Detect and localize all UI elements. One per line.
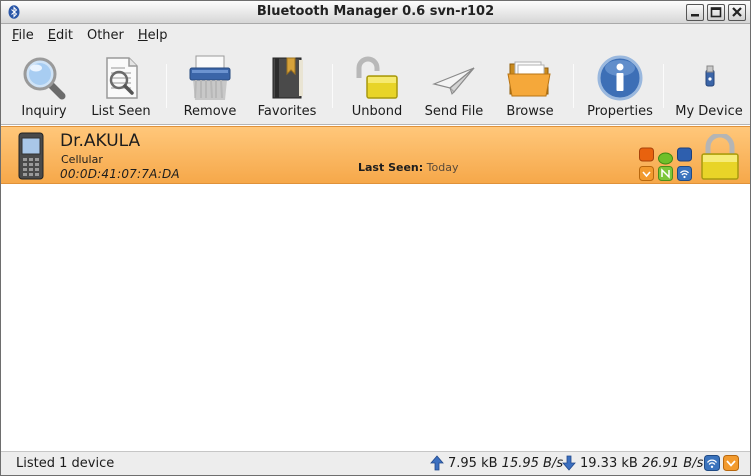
last-seen-label: Last Seen: [358, 161, 424, 174]
app-window: Bluetooth Manager 0.6 svn-r102 File Edit… [0, 0, 751, 476]
toolbar-separator [573, 64, 574, 108]
menu-edit-label: dit [56, 27, 73, 43]
last-seen-value: Today [426, 161, 459, 174]
download-stats: 19.33 kB 26.91 B/s [580, 456, 703, 471]
favorites-button[interactable]: Favorites [255, 46, 319, 124]
upload-total: 7.95 kB [448, 456, 498, 471]
title-bar[interactable]: Bluetooth Manager 0.6 svn-r102 [1, 1, 750, 24]
shredder-icon [189, 55, 231, 100]
upload-arrow-icon [430, 455, 444, 471]
download-arrow-icon [562, 455, 576, 471]
service-icons [639, 147, 693, 181]
toolbar-separator [332, 64, 333, 108]
bonded-padlock-icon[interactable] [699, 134, 741, 180]
maximize-icon [710, 7, 722, 18]
transfer-status-icon[interactable] [723, 455, 739, 471]
service-obex-icon [639, 166, 654, 181]
unbond-label: Unbond [351, 104, 403, 119]
usb-dongle-icon [705, 65, 715, 87]
status-bar: Listed 1 device 7.95 kB 15.95 B/s 19.33 … [1, 451, 750, 475]
upload-rate: 15.95 B/s [501, 456, 564, 471]
toolbar-separator [166, 64, 167, 108]
close-button[interactable] [728, 4, 746, 21]
my-device-button[interactable]: My Device [673, 46, 745, 124]
device-name: Dr.AKULA [60, 131, 141, 151]
properties-label: Properties [587, 104, 653, 119]
device-address: 00:0D:41:07:7A:DA [60, 167, 180, 181]
send-file-button[interactable]: Send File [422, 46, 486, 124]
magnifier-icon [23, 57, 66, 100]
service-audio-icon [639, 147, 654, 162]
wireless-status-icon[interactable] [704, 455, 720, 471]
menu-help-mnemonic: H [137, 27, 148, 43]
status-message: Listed 1 device [16, 456, 115, 471]
menu-help[interactable]: Help [131, 28, 175, 43]
remove-button[interactable]: Remove [181, 46, 239, 124]
service-network-icon [658, 152, 673, 165]
my-device-label: My Device [675, 104, 743, 119]
menu-other[interactable]: Other [80, 28, 131, 43]
document-search-icon [106, 57, 138, 99]
toolbar: Inquiry List Seen Remove Favorites Unbon… [1, 46, 750, 124]
last-seen: Last Seen: Today [358, 161, 458, 174]
send-file-label: Send File [424, 104, 484, 119]
menu-file[interactable]: File [5, 28, 41, 43]
minimize-button[interactable] [686, 4, 704, 21]
favorites-label: Favorites [257, 104, 317, 119]
remove-label: Remove [183, 104, 237, 119]
menu-other-label: Other [86, 27, 124, 43]
inquiry-label: Inquiry [21, 104, 67, 119]
service-wireless-icon [677, 166, 692, 181]
toolbar-separator [663, 64, 664, 108]
browse-button[interactable]: Browse [501, 46, 559, 124]
menu-edit-mnemonic: E [47, 27, 56, 43]
list-seen-label: List Seen [91, 104, 151, 119]
paper-plane-icon [432, 67, 475, 95]
menu-bar: File Edit Other Help [1, 24, 750, 46]
mobile-phone-icon [18, 132, 44, 180]
minimize-icon [691, 14, 699, 17]
download-rate: 26.91 B/s [641, 456, 704, 471]
list-item[interactable]: Dr.AKULA Cellular 00:0D:41:07:7A:DA Last… [1, 126, 750, 184]
device-list[interactable]: Dr.AKULA Cellular 00:0D:41:07:7A:DA Last… [1, 124, 750, 451]
list-seen-button[interactable]: List Seen [89, 46, 153, 124]
maximize-button[interactable] [707, 4, 725, 21]
download-total: 19.33 kB [580, 456, 638, 471]
info-icon [597, 55, 643, 101]
menu-file-label: ile [18, 27, 34, 43]
unlocked-padlock-icon [356, 56, 398, 99]
menu-help-label: elp [147, 27, 168, 43]
close-icon [732, 7, 742, 17]
device-type: Cellular [61, 153, 103, 166]
upload-stats: 7.95 kB 15.95 B/s [448, 456, 563, 471]
browse-label: Browse [506, 104, 554, 119]
menu-edit[interactable]: Edit [41, 28, 80, 43]
service-sync-icon [658, 166, 673, 181]
window-title: Bluetooth Manager 0.6 svn-r102 [256, 4, 495, 19]
unbond-button[interactable]: Unbond [349, 46, 405, 124]
service-serial-icon [677, 147, 692, 162]
properties-button[interactable]: Properties [585, 46, 655, 124]
inquiry-button[interactable]: Inquiry [15, 46, 73, 124]
bookmark-book-icon [272, 57, 303, 99]
open-folder-icon [507, 61, 551, 97]
